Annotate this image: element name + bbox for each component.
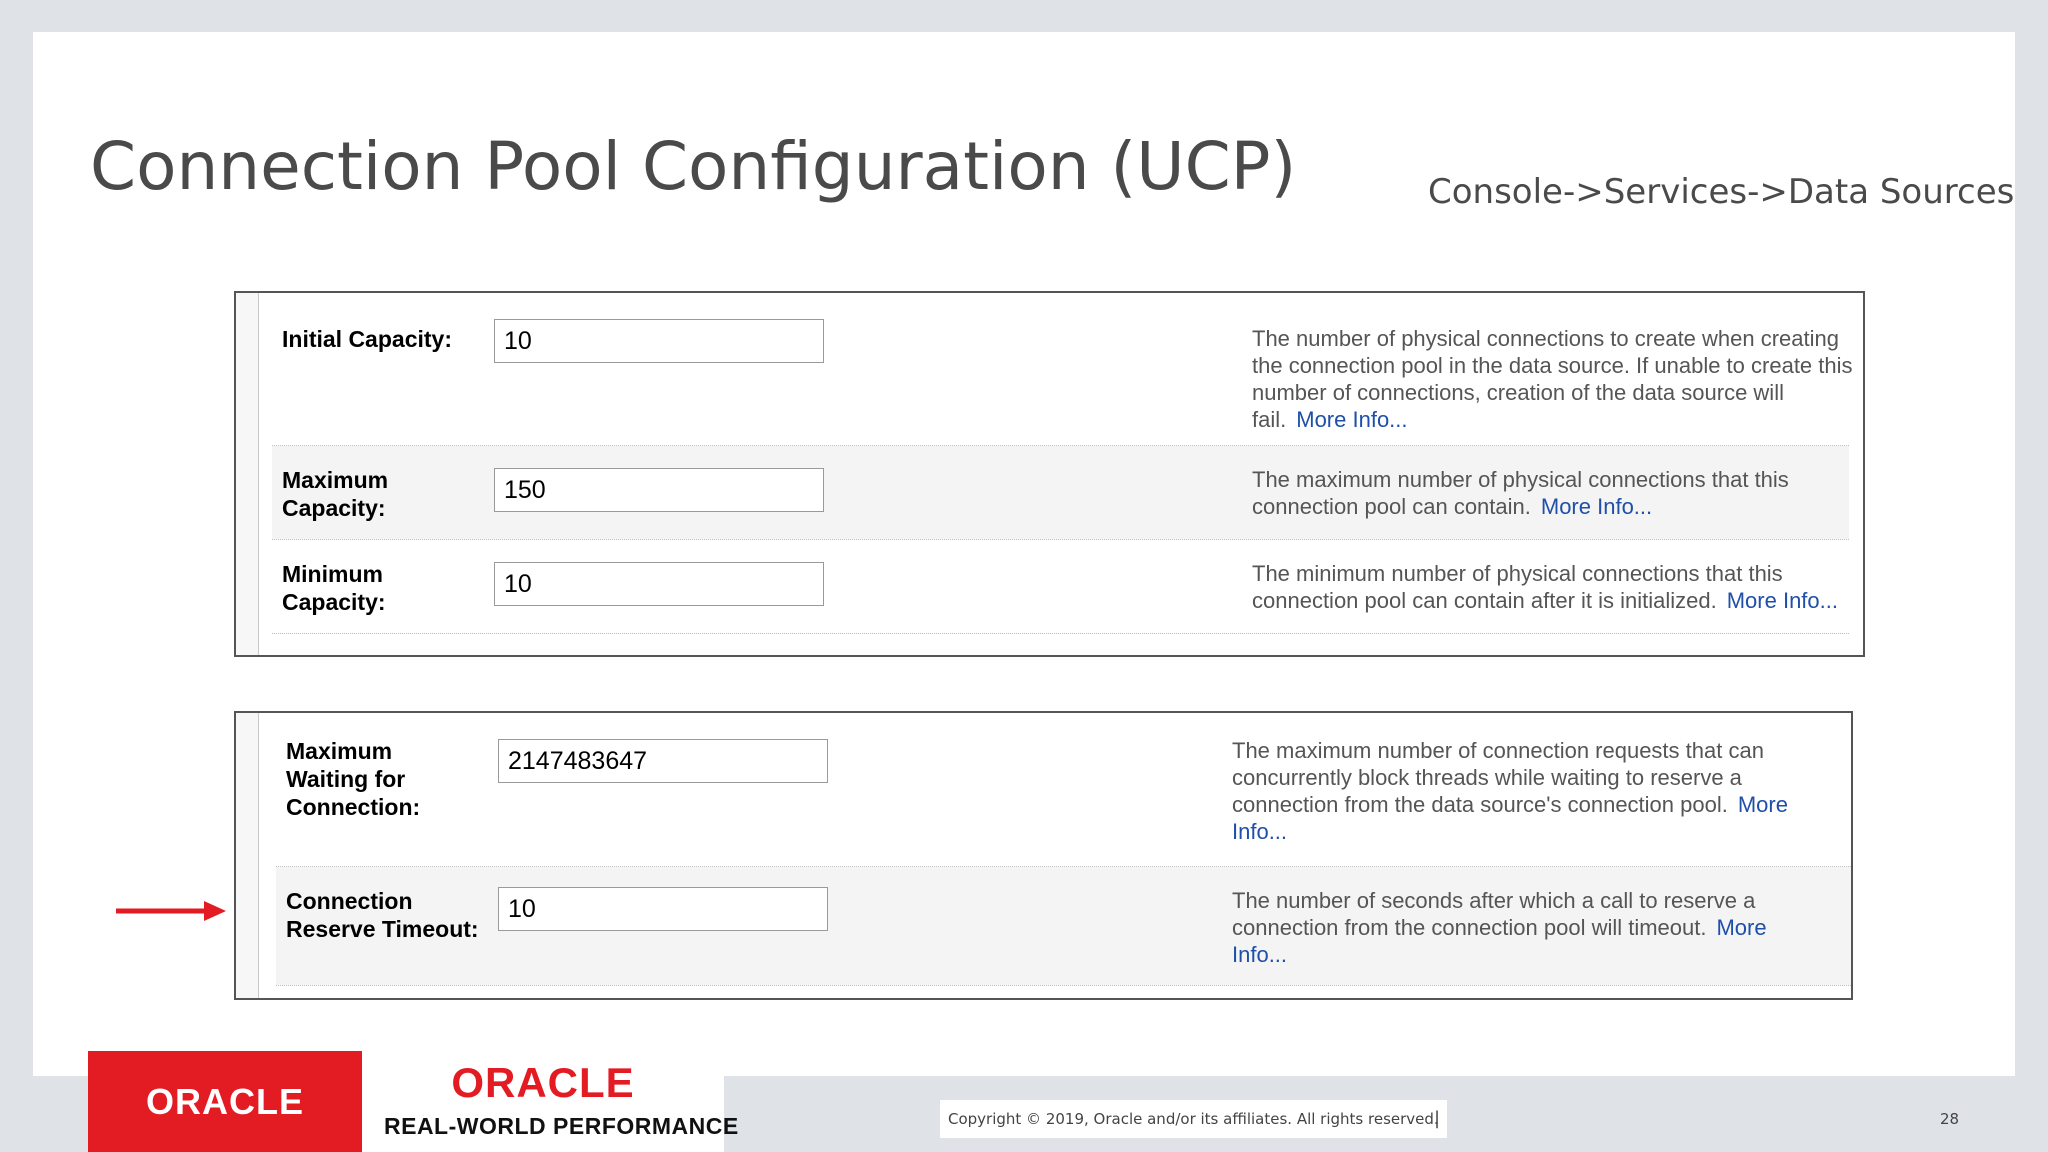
connection-reserve-timeout-label: Connection Reserve Timeout: xyxy=(286,888,479,942)
maximum-waiting-description: The maximum number of connection request… xyxy=(1232,737,1822,845)
maximum-waiting-label: Maximum Waiting for Connection: xyxy=(286,738,421,820)
description-text: The minimum number of physical connectio… xyxy=(1252,561,1783,613)
maximum-capacity-description: The maximum number of physical connectio… xyxy=(1252,466,1864,520)
rwp-logo-word: ORACLE xyxy=(451,1059,635,1106)
timeout-settings-panel: Maximum Waiting for Connection: 21474836… xyxy=(234,711,1853,1000)
capacity-settings-panel: Initial Capacity: 10 The number of physi… xyxy=(234,291,1865,657)
panel-strip xyxy=(236,713,259,998)
table-row: Initial Capacity: 10 The number of physi… xyxy=(272,305,1853,446)
table-row: Maximum Capacity: 150 The maximum number… xyxy=(272,446,1849,540)
maximum-capacity-input[interactable]: 150 xyxy=(494,468,824,512)
minimum-capacity-label: Minimum Capacity: xyxy=(282,561,386,615)
description-text: The maximum number of physical connectio… xyxy=(1252,467,1789,519)
footer-separator: | xyxy=(1434,1108,1441,1129)
initial-capacity-description: The number of physical connections to cr… xyxy=(1252,325,1864,433)
real-world-performance-logo: ORACLE REAL-WORLD PERFORMANCE xyxy=(362,1051,738,1152)
table-row: Maximum Waiting for Connection: 21474836… xyxy=(276,713,1851,867)
table-row: Minimum Capacity: 10 The minimum number … xyxy=(272,540,1849,634)
more-info-link[interactable]: More Info... xyxy=(1541,494,1652,519)
minimum-capacity-input[interactable]: 10 xyxy=(494,562,824,606)
connection-reserve-timeout-input[interactable]: 10 xyxy=(498,887,828,931)
slide-title: Connection Pool Configuration (UCP) xyxy=(90,128,1297,205)
copyright-notice: Copyright © 2019, Oracle and/or its affi… xyxy=(940,1100,1447,1138)
description-text: The maximum number of connection request… xyxy=(1232,738,1764,817)
maximum-waiting-input[interactable]: 2147483647 xyxy=(498,739,828,783)
rwp-tagline: REAL-WORLD PERFORMANCE xyxy=(384,1113,739,1139)
panel-strip xyxy=(236,293,259,655)
breadcrumb: Console->Services->Data Sources xyxy=(1428,172,2015,212)
initial-capacity-input[interactable]: 10 xyxy=(494,319,824,363)
oracle-logo-text: ORACLE xyxy=(146,1080,304,1122)
more-info-link[interactable]: More Info... xyxy=(1727,588,1838,613)
oracle-logo: ORACLE xyxy=(88,1051,362,1152)
minimum-capacity-description: The minimum number of physical connectio… xyxy=(1252,560,1864,614)
initial-capacity-label: Initial Capacity: xyxy=(282,326,452,352)
arrow-right-icon xyxy=(116,901,226,921)
table-row: Connection Reserve Timeout: 10 The numbe… xyxy=(276,867,1851,986)
description-text: The number of seconds after which a call… xyxy=(1232,888,1756,940)
more-info-link[interactable]: More Info... xyxy=(1296,407,1407,432)
page-number: 28 xyxy=(1940,1110,1960,1128)
maximum-capacity-label: Maximum Capacity: xyxy=(282,467,389,521)
connection-reserve-timeout-description: The number of seconds after which a call… xyxy=(1232,887,1822,968)
